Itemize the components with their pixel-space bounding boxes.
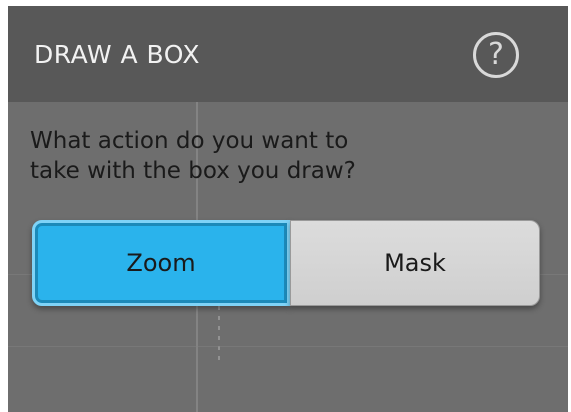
- dialog-title: DRAW A BOX: [34, 40, 200, 69]
- dialog-question: What action do you want to take with the…: [30, 126, 500, 186]
- action-segmented-control: Zoom Mask: [32, 220, 540, 316]
- mask-option-button[interactable]: Mask: [290, 220, 540, 306]
- zoom-option-button[interactable]: Zoom: [32, 220, 290, 306]
- help-icon[interactable]: ?: [473, 32, 519, 78]
- screen: DRAW A BOX ? What action do you want to …: [0, 0, 571, 412]
- dialog-header: DRAW A BOX ?: [8, 6, 568, 102]
- background-grid-line: [8, 346, 568, 347]
- mask-option-label: Mask: [384, 249, 446, 277]
- zoom-option-label: Zoom: [126, 249, 196, 277]
- question-line-1: What action do you want to: [30, 128, 349, 154]
- question-line-2: take with the box you draw?: [30, 158, 356, 184]
- draw-a-box-dialog: DRAW A BOX ? What action do you want to …: [8, 6, 568, 412]
- help-glyph: ?: [488, 37, 504, 72]
